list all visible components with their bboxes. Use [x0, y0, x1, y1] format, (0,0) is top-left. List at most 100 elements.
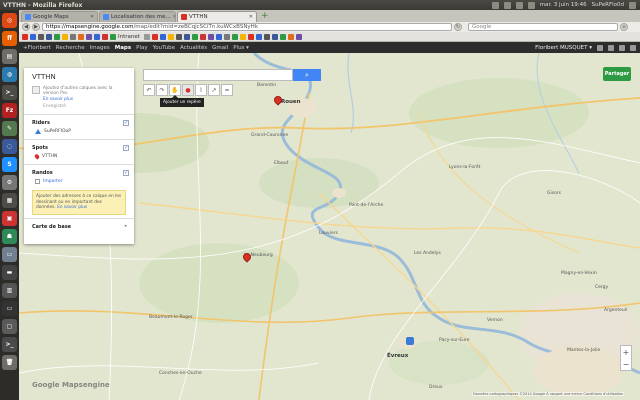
bookmark-icon[interactable]: [143, 33, 150, 40]
session-user[interactable]: SuPeRFlo0d: [592, 2, 624, 8]
google-bar-link[interactable]: Maps: [115, 45, 131, 51]
bookmark-icon[interactable]: [223, 33, 230, 40]
google-bar-link[interactable]: +Floribert: [23, 45, 51, 51]
browser-icon[interactable]: ◍: [2, 67, 17, 82]
expand-icon[interactable]: ▸: [123, 223, 129, 230]
firefox-icon[interactable]: ff: [2, 31, 17, 46]
close-icon[interactable]: ✕: [249, 14, 253, 20]
map-attribution[interactable]: Données cartographiques ©2014 Google À r…: [472, 392, 625, 396]
zoom-in-button[interactable]: +: [623, 348, 630, 357]
layer-item[interactable]: Importer: [32, 176, 126, 185]
layer-riders[interactable]: Riders ✓ SuPeRFlOoP: [24, 117, 134, 137]
draw-line-button[interactable]: ⌇: [195, 84, 207, 96]
redo-button[interactable]: ↷: [156, 84, 168, 96]
bookmark-icon[interactable]: [159, 33, 166, 40]
reload-icon[interactable]: ↻: [454, 23, 462, 31]
terminal-icon[interactable]: >_: [2, 85, 17, 100]
layer-checkbox[interactable]: ✓: [123, 170, 129, 177]
software-center-icon[interactable]: ☗: [2, 229, 17, 244]
bookmark-icon[interactable]: [175, 33, 182, 40]
layer-item[interactable]: SuPeRFlOoP: [32, 126, 126, 135]
google-bar-link[interactable]: Recherche: [56, 45, 85, 51]
bookmark-icon[interactable]: [30, 33, 36, 40]
home-icon[interactable]: ⌂: [620, 23, 628, 31]
bookmark-icon[interactable]: [247, 33, 254, 40]
bookmark-icon[interactable]: [86, 33, 92, 40]
google-bar-link[interactable]: Actualités: [180, 45, 207, 51]
base-map-label[interactable]: Carte de base: [32, 224, 126, 230]
account-name[interactable]: Floribert MUSQUET ▾: [535, 45, 592, 51]
forward-button[interactable]: ▶: [32, 23, 40, 31]
bookmark-icon[interactable]: [110, 33, 116, 40]
bookmark-icon[interactable]: [78, 33, 84, 40]
bookmark-icon[interactable]: [295, 33, 302, 40]
files-icon[interactable]: ▤: [2, 49, 17, 64]
clock[interactable]: mar. 3 juin 19:46: [540, 2, 587, 8]
console-icon[interactable]: ▬: [2, 265, 17, 280]
import-link[interactable]: Importer: [43, 179, 63, 184]
terminal2-icon[interactable]: >_: [2, 337, 17, 352]
bookmark-icon[interactable]: [271, 33, 278, 40]
layer-hint-link[interactable]: En savoir plus: [57, 205, 87, 210]
google-bar-link[interactable]: Gmail: [212, 45, 228, 51]
bookmark-icon[interactable]: [167, 33, 174, 40]
add-marker-button[interactable]: ●: [182, 84, 194, 96]
url-bar[interactable]: https://mapsengine.google.com /map/edit?…: [42, 23, 452, 31]
editor-icon[interactable]: ✎: [2, 121, 17, 136]
layer-randos[interactable]: Randos ✓ Importer: [24, 167, 134, 187]
layer-checkbox[interactable]: ✓: [123, 120, 129, 127]
bookmark-icon[interactable]: [46, 33, 52, 40]
new-tab-button[interactable]: +: [258, 11, 272, 21]
bookmark-icon[interactable]: [62, 33, 68, 40]
notifications-icon[interactable]: [608, 44, 614, 51]
map-search-input[interactable]: [143, 69, 293, 81]
layer-item[interactable]: VTTHN: [32, 151, 126, 160]
bookmark-icon[interactable]: [199, 33, 206, 40]
bookmark-icon[interactable]: [70, 33, 76, 40]
close-icon[interactable]: ✕: [90, 14, 94, 20]
bookmark-icon[interactable]: [22, 33, 28, 40]
bookmark-icon[interactable]: [54, 33, 60, 40]
bookmark-icon[interactable]: [287, 33, 294, 40]
rider-marker-icon[interactable]: [406, 337, 414, 345]
chat-icon[interactable]: ◌: [2, 139, 17, 154]
share-button[interactable]: Partager: [603, 67, 631, 81]
bookmark-intranet[interactable]: Intranet: [118, 34, 140, 40]
ubuntu-dash-icon[interactable]: ◎: [2, 13, 17, 28]
settings-icon[interactable]: ⚙: [2, 175, 17, 190]
ruler-button[interactable]: ━: [221, 84, 233, 96]
monitor-icon[interactable]: ▭: [2, 301, 17, 316]
apps-icon[interactable]: [597, 44, 603, 51]
keyboard-icon[interactable]: [515, 1, 523, 9]
trash-icon[interactable]: 🗑: [2, 355, 17, 370]
google-bar-link[interactable]: YouTube: [153, 45, 175, 51]
bookmark-icon[interactable]: [279, 33, 286, 40]
calc-icon[interactable]: ▦: [2, 193, 17, 208]
office-icon[interactable]: ▣: [2, 211, 17, 226]
mail-icon[interactable]: [503, 1, 511, 9]
bookmark-icon[interactable]: [231, 33, 238, 40]
bookmark-icon[interactable]: [183, 33, 190, 40]
bookmark-icon[interactable]: [207, 33, 214, 40]
map-title[interactable]: VTTHN: [24, 68, 134, 84]
google-bar-link[interactable]: Images: [90, 45, 110, 51]
skype-icon[interactable]: S: [2, 157, 17, 172]
avatar-icon[interactable]: [630, 44, 636, 51]
directions-button[interactable]: ↗: [208, 84, 220, 96]
filezilla-icon[interactable]: Fz: [2, 103, 17, 118]
bookmark-icon[interactable]: [38, 33, 44, 40]
close-icon[interactable]: ✕: [173, 14, 175, 20]
learn-more-link[interactable]: En savoir plus: [43, 97, 73, 102]
bookmark-icon[interactable]: [94, 33, 100, 40]
bookmark-icon[interactable]: [151, 33, 158, 40]
workspace-icon[interactable]: ▥: [2, 283, 17, 298]
bookmark-icon[interactable]: [102, 33, 108, 40]
bookmark-icon[interactable]: [255, 33, 262, 40]
google-bar-link[interactable]: Play: [136, 45, 147, 51]
tab-vtthn[interactable]: VTTHN ✕: [177, 11, 257, 22]
share-icon[interactable]: [619, 44, 625, 51]
bookmark-icon[interactable]: [239, 33, 246, 40]
undo-button[interactable]: ↶: [143, 84, 155, 96]
base-map-layer[interactable]: Carte de base ▸: [24, 221, 134, 233]
google-bar-link[interactable]: Plus ▾: [233, 45, 249, 51]
